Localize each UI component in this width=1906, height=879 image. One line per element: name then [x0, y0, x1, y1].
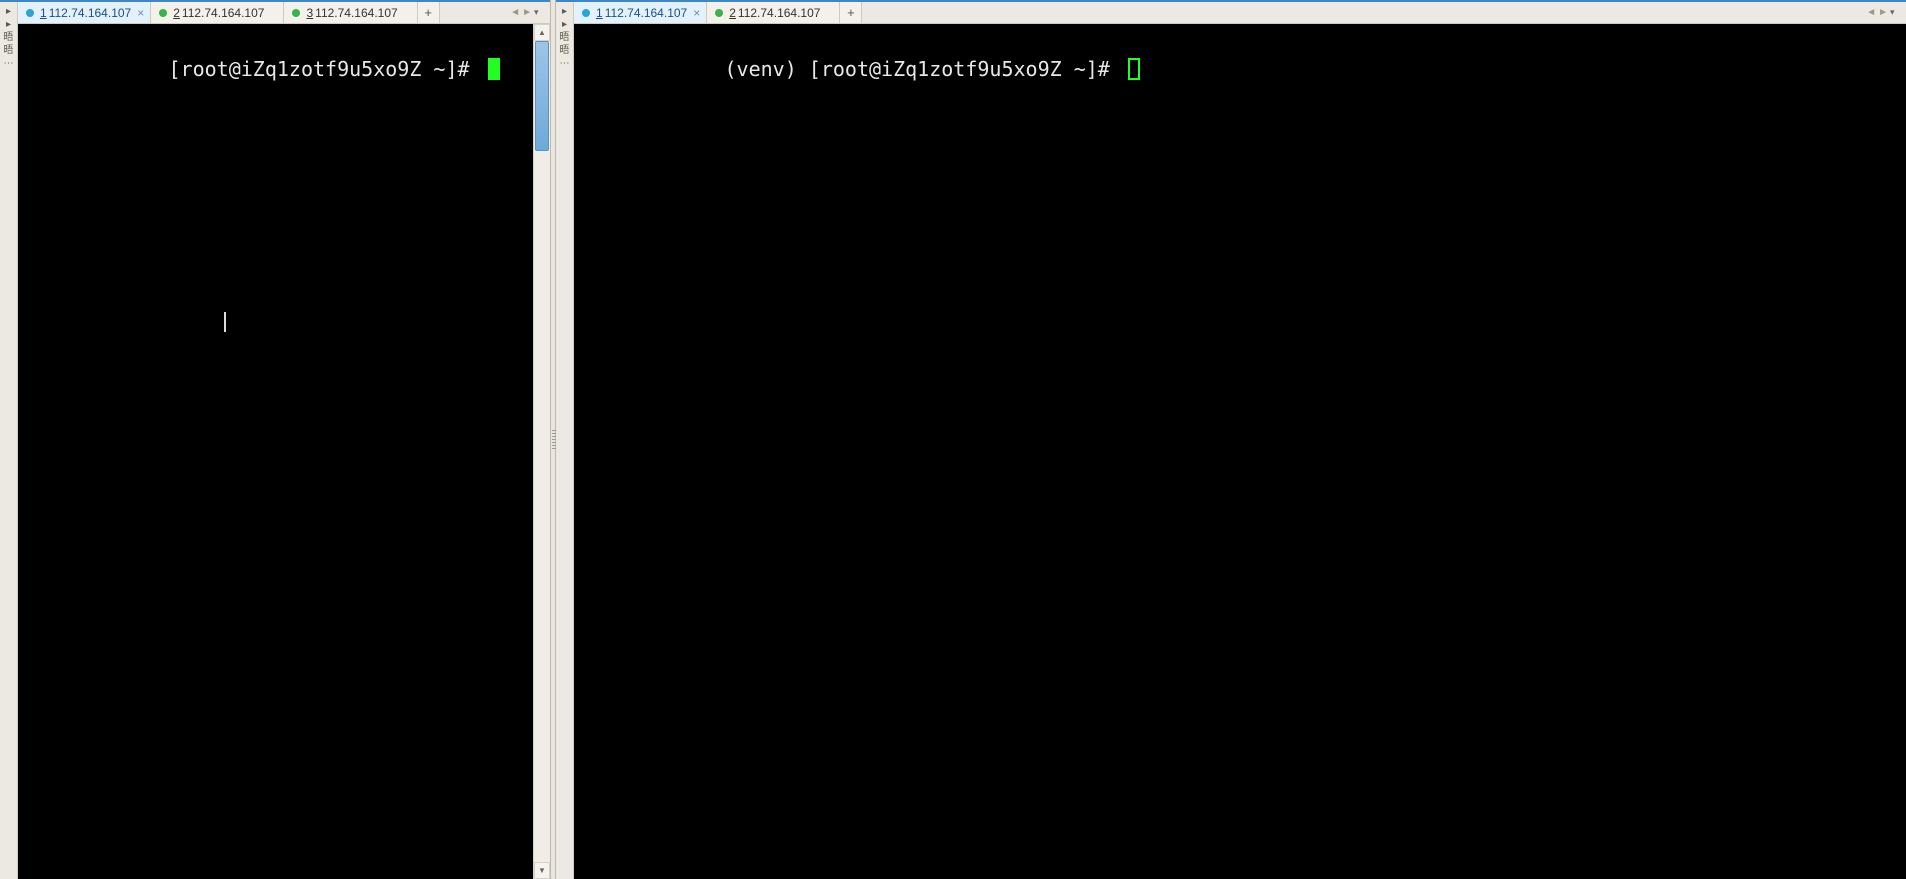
- status-dot-icon: [715, 9, 723, 17]
- scroll-thumb[interactable]: [535, 41, 549, 151]
- tab-scroll-left-icon[interactable]: ◄: [510, 7, 520, 18]
- cursor-icon: [488, 58, 500, 80]
- tab-label: 2112.74.164.107: [729, 6, 820, 20]
- dock-glyph: ▸: [562, 6, 567, 17]
- dock-glyph: 晤: [560, 32, 570, 43]
- tabbar-right: 1112.74.164.107 × 2112.74.164.107 × +: [574, 2, 1906, 24]
- pane-main: 1112.74.164.107 × 2112.74.164.107 × +: [574, 2, 1906, 879]
- status-dot-icon: [292, 9, 300, 17]
- tab-label: 2112.74.164.107: [173, 6, 264, 20]
- cursor-icon: [1128, 58, 1140, 80]
- dock-glyph: ⋯: [4, 58, 14, 69]
- tab-session-2[interactable]: 2112.74.164.107 ×: [151, 2, 284, 23]
- dock-glyph: 晤: [4, 45, 14, 56]
- dock-glyph: 晤: [4, 32, 14, 43]
- tab-menu-icon[interactable]: ▾: [534, 7, 546, 18]
- scroll-track[interactable]: [534, 41, 550, 862]
- tab-scroll-right-icon[interactable]: ►: [522, 7, 532, 18]
- text-caret-icon: [224, 312, 226, 332]
- tab-session-1[interactable]: 1112.74.164.107 ×: [18, 2, 151, 23]
- prompt-text: [root@iZq1zotf9u5xo9Z ~]#: [169, 56, 482, 82]
- dock-glyph: ▸: [6, 6, 11, 17]
- scroll-down-button[interactable]: ▼: [534, 862, 550, 879]
- tabbar-left: 1112.74.164.107 × 2112.74.164.107 ×: [18, 2, 550, 24]
- dock-left[interactable]: ▸ ▸ 晤 晤 ⋯: [0, 2, 18, 879]
- tab-label: 1112.74.164.107: [596, 6, 687, 20]
- tab-label: 3112.74.164.107: [306, 6, 397, 20]
- tab-scroll-left-icon[interactable]: ◄: [1866, 7, 1876, 18]
- terminal-left[interactable]: [root@iZq1zotf9u5xo9Z ~]#: [18, 24, 533, 879]
- status-dot-icon: [582, 9, 590, 17]
- tab-menu-icon[interactable]: ▾: [1890, 7, 1902, 18]
- pane-main: 1112.74.164.107 × 2112.74.164.107 ×: [18, 2, 550, 879]
- dock-glyph: ▸: [6, 19, 11, 30]
- dock-glyph: ▸: [562, 19, 567, 30]
- terminal-wrap: [root@iZq1zotf9u5xo9Z ~]# ▲ ▼: [18, 24, 550, 879]
- workspace: ▸ ▸ 晤 晤 ⋯ 1112.74.164.107 ×: [0, 0, 1906, 879]
- dock-glyph: ⋯: [560, 58, 570, 69]
- add-tab-button[interactable]: +: [840, 2, 862, 23]
- dock-glyph: 晤: [560, 45, 570, 56]
- pane-body: ▸ ▸ 晤 晤 ⋯ 1112.74.164.107 ×: [0, 2, 550, 879]
- prompt-text: (venv) [root@iZq1zotf9u5xo9Z ~]#: [725, 56, 1122, 82]
- pane-body: ▸ ▸ 晤 晤 ⋯ 1112.74.164.107 ×: [556, 2, 1906, 879]
- tab-session-1[interactable]: 1112.74.164.107 ×: [574, 2, 707, 23]
- scroll-up-button[interactable]: ▲: [534, 24, 550, 41]
- tab-scroll-arrows: ◄ ► ▾: [1866, 2, 1906, 23]
- tab-scroll-right-icon[interactable]: ►: [1878, 7, 1888, 18]
- tab-session-2[interactable]: 2112.74.164.107 ×: [707, 2, 840, 23]
- pane-right: ▸ ▸ 晤 晤 ⋯ 1112.74.164.107 ×: [556, 0, 1906, 879]
- add-tab-button[interactable]: +: [418, 2, 440, 23]
- status-dot-icon: [159, 9, 167, 17]
- close-icon[interactable]: ×: [137, 7, 144, 19]
- close-icon[interactable]: ×: [693, 7, 700, 19]
- pane-left: ▸ ▸ 晤 晤 ⋯ 1112.74.164.107 ×: [0, 0, 550, 879]
- dock-right[interactable]: ▸ ▸ 晤 晤 ⋯: [556, 2, 574, 879]
- scrollbar-vertical[interactable]: ▲ ▼: [533, 24, 550, 879]
- terminal-right[interactable]: (venv) [root@iZq1zotf9u5xo9Z ~]#: [574, 24, 1906, 879]
- tab-session-3[interactable]: 3112.74.164.107 ×: [284, 2, 417, 23]
- terminal-wrap: (venv) [root@iZq1zotf9u5xo9Z ~]#: [574, 24, 1906, 879]
- tab-label: 1112.74.164.107: [40, 6, 131, 20]
- status-dot-icon: [26, 9, 34, 17]
- tab-scroll-arrows: ◄ ► ▾: [510, 2, 550, 23]
